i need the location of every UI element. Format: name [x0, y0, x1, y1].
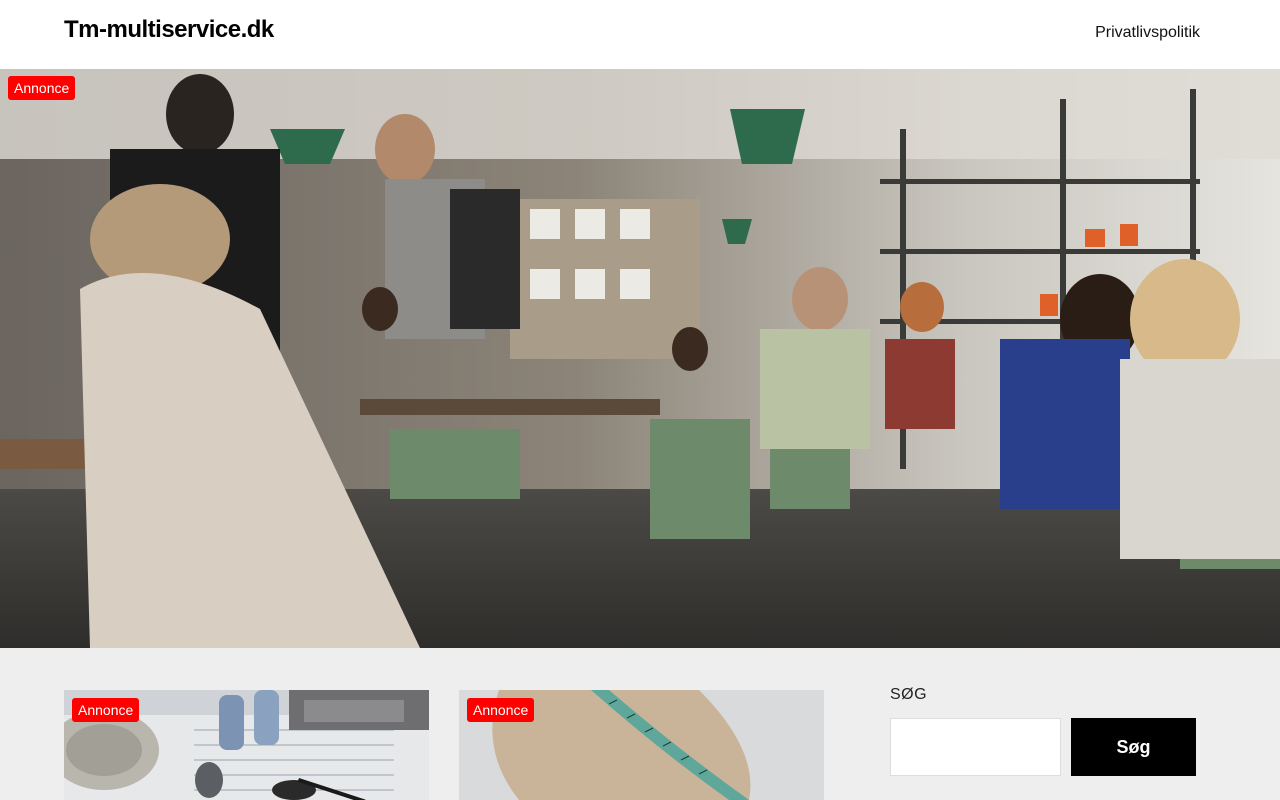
search-button[interactable]: Søg [1071, 718, 1196, 776]
search-label: SØG [890, 686, 928, 703]
search-input[interactable] [890, 718, 1061, 776]
site-logo-link[interactable]: Tm-multiservice.dk [64, 16, 274, 44]
post-card-2[interactable]: Annonce [459, 690, 824, 800]
site-header: Tm-multiservice.dk Privatlivspolitik [0, 0, 1280, 69]
hero-cafe-photo [0, 69, 1280, 648]
nav-item-privacy-policy[interactable]: Privatlivspolitik [1095, 24, 1200, 42]
advertisement-badge: Annonce [8, 76, 76, 100]
post-card-1[interactable]: Annonce [64, 690, 429, 800]
hero-featured-post[interactable]: Annonce [0, 69, 1280, 648]
advertisement-badge: Annonce [467, 698, 535, 722]
advertisement-badge: Annonce [72, 698, 140, 722]
